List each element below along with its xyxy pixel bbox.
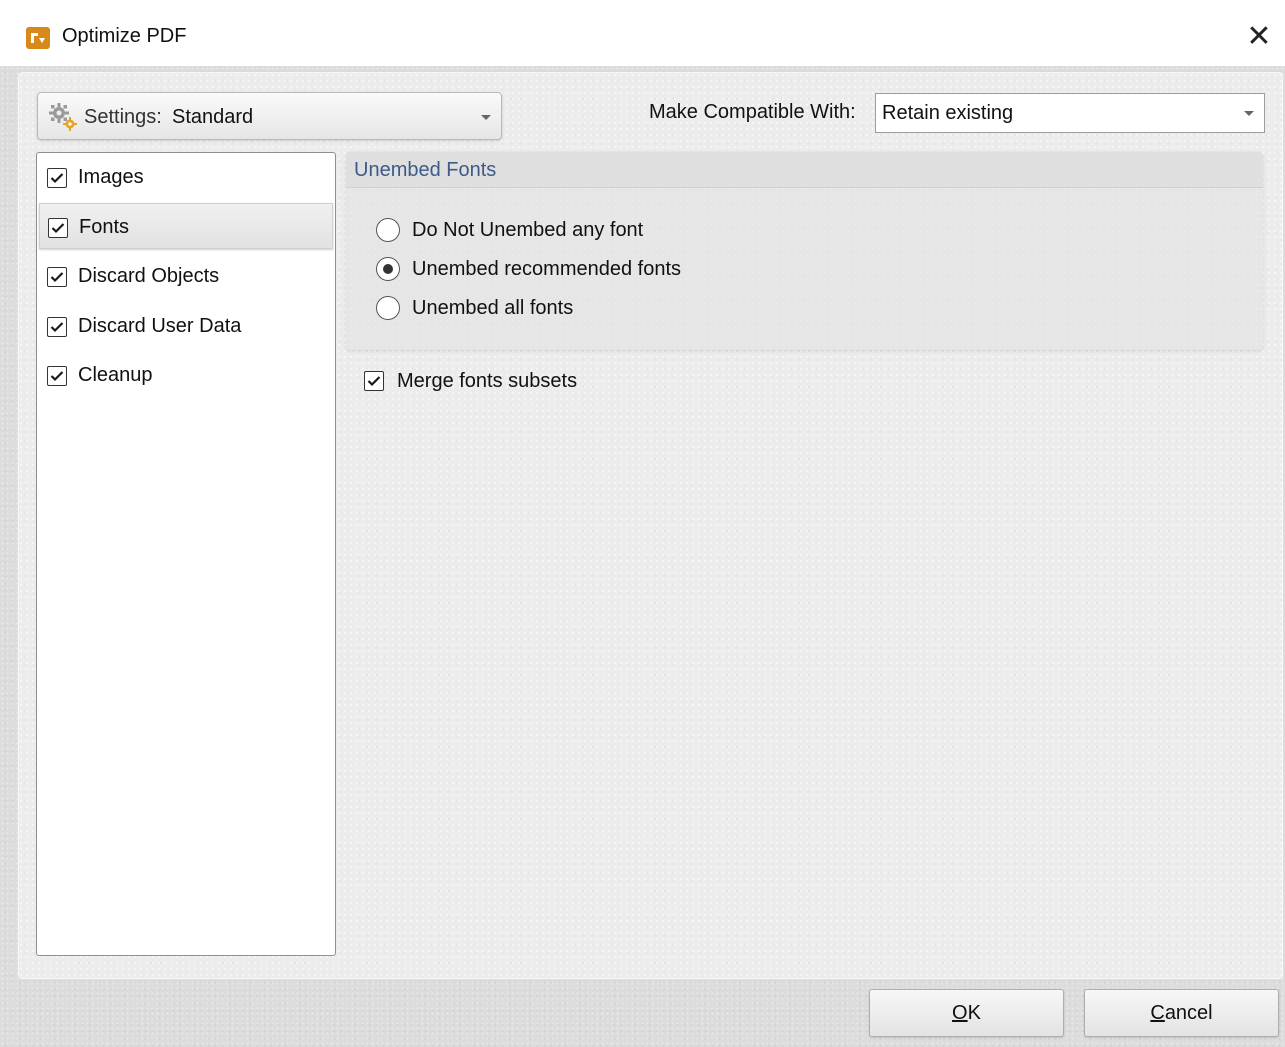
cleanup-checkbox[interactable]	[47, 366, 67, 386]
radio-label: Unembed all fonts	[412, 297, 574, 319]
category-label: Cleanup	[78, 364, 153, 386]
ok-button[interactable]: OK	[869, 989, 1064, 1037]
category-item-images[interactable]: Images	[39, 154, 333, 200]
ok-accelerator: O	[952, 1001, 968, 1024]
cancel-label: ancel	[1164, 1001, 1213, 1024]
cancel-button[interactable]: Cancel	[1084, 989, 1279, 1037]
app-logo-icon	[26, 27, 50, 49]
radio-button[interactable]	[376, 218, 400, 242]
radio-button[interactable]	[376, 257, 400, 281]
category-item-cleanup[interactable]: Cleanup	[39, 352, 333, 398]
close-icon[interactable]: ✕	[1239, 16, 1279, 56]
group-header: Unembed Fonts	[346, 152, 1263, 188]
settings-dropdown[interactable]: Settings: Standard	[37, 92, 502, 140]
chevron-down-icon	[1244, 111, 1254, 116]
checkmark-icon	[50, 173, 64, 184]
radio-label: Unembed recommended fonts	[412, 258, 682, 280]
cancel-accelerator: C	[1150, 1001, 1165, 1024]
checkmark-icon	[50, 272, 64, 283]
merge-fonts-label: Merge fonts subsets	[397, 370, 578, 392]
ok-label: K	[967, 1001, 981, 1024]
fonts-checkbox[interactable]	[48, 218, 68, 238]
checkmark-icon	[367, 376, 381, 387]
radio-selected-dot	[383, 264, 393, 274]
settings-label: Settings:	[84, 106, 162, 128]
checkmark-icon	[50, 322, 64, 333]
window-title: Optimize PDF	[62, 25, 187, 47]
radio-button[interactable]	[376, 296, 400, 320]
checkmark-icon	[50, 371, 64, 382]
chevron-down-icon	[481, 115, 491, 120]
checkmark-icon	[51, 223, 65, 234]
compatibility-dropdown[interactable]: Retain existing	[875, 93, 1265, 133]
category-label: Fonts	[79, 216, 130, 238]
merge-fonts-checkbox[interactable]	[364, 371, 384, 391]
category-item-discard-user-data[interactable]: Discard User Data	[39, 303, 333, 349]
category-label: Discard User Data	[78, 315, 242, 337]
images-checkbox[interactable]	[47, 168, 67, 188]
category-label: Discard Objects	[78, 265, 220, 287]
category-item-fonts[interactable]: Fonts	[39, 203, 333, 249]
category-list: Images Fonts Discard Objects Discard Use…	[36, 152, 336, 956]
radio-label: Do Not Unembed any font	[412, 219, 644, 241]
gear-icon	[49, 103, 77, 131]
title-bar: Optimize PDF ✕	[0, 0, 1285, 66]
category-label: Images	[78, 166, 144, 188]
discard-user-data-checkbox[interactable]	[47, 317, 67, 337]
category-item-discard-objects[interactable]: Discard Objects	[39, 253, 333, 299]
unembed-fonts-group: Unembed Fonts	[346, 152, 1263, 350]
compatibility-label: Make Compatible With:	[649, 101, 856, 123]
compatibility-value: Retain existing	[882, 102, 1014, 124]
settings-value: Standard	[172, 106, 254, 128]
discard-objects-checkbox[interactable]	[47, 267, 67, 287]
group-title: Unembed Fonts	[354, 159, 497, 181]
